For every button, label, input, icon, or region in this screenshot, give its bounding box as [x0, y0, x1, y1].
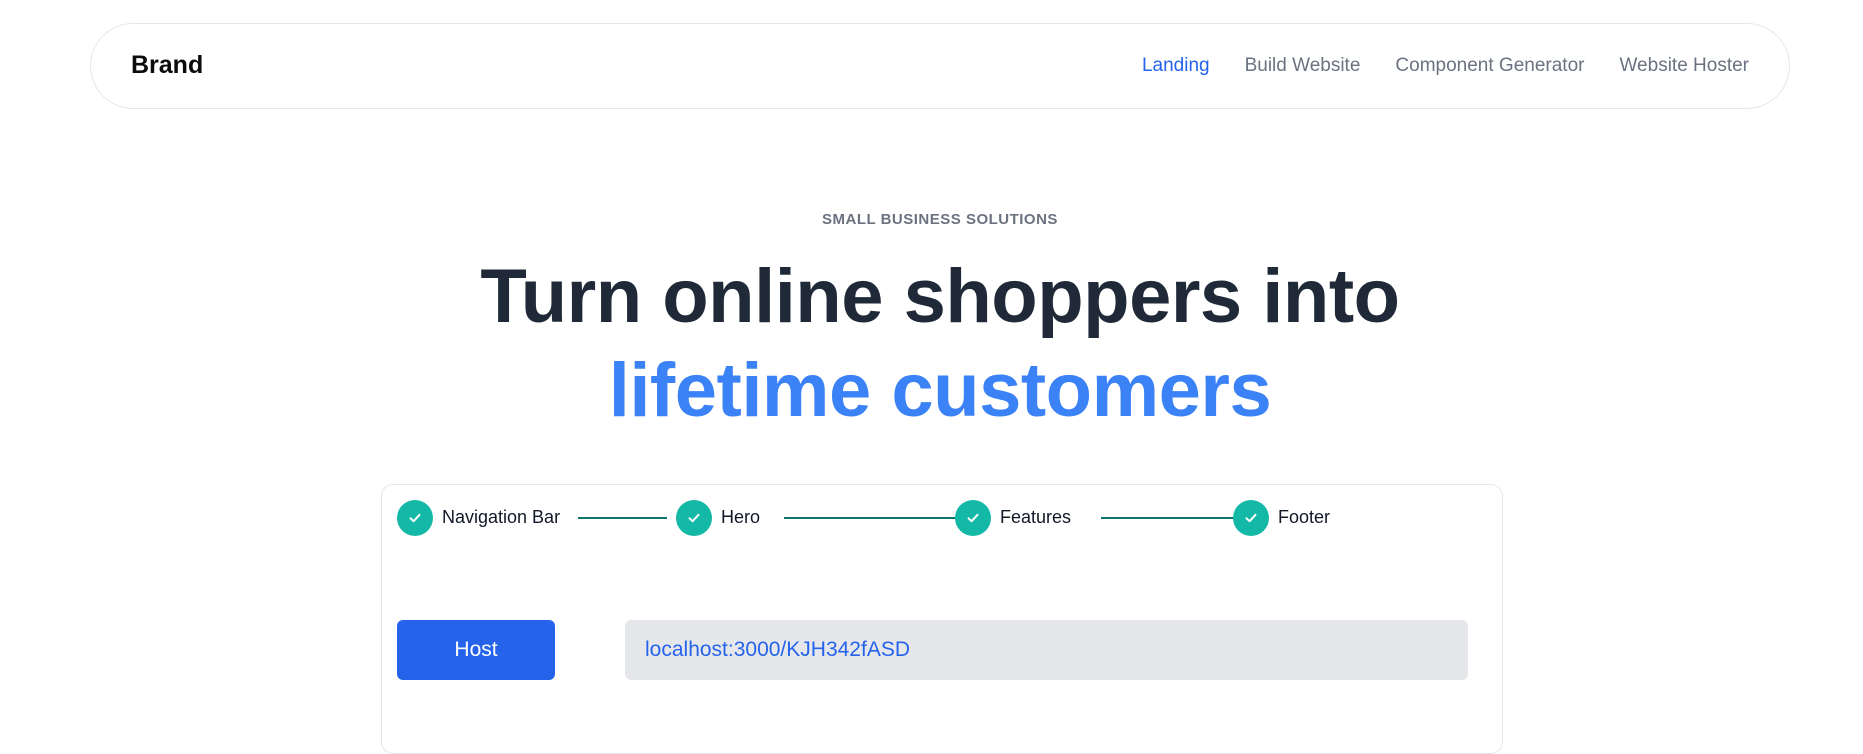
check-icon — [676, 500, 712, 536]
builder-card: Navigation Bar Hero Features Footer Host… — [381, 484, 1503, 754]
check-icon — [397, 500, 433, 536]
step-label-hero: Hero — [721, 507, 761, 527]
brand-logo[interactable]: Brand — [131, 51, 203, 80]
hosted-url-field[interactable]: localhost:3000/KJH342fASD — [625, 620, 1468, 680]
step-label-navigation-bar: Navigation Bar — [442, 507, 561, 527]
hosted-url-text[interactable]: localhost:3000/KJH342fASD — [645, 638, 910, 662]
step-label-features: Features — [1000, 507, 1072, 527]
step-label-footer: Footer — [1278, 507, 1331, 527]
check-icon — [1233, 500, 1269, 536]
headline-line-1: Turn online shoppers into — [480, 254, 1400, 339]
check-icon — [955, 500, 991, 536]
hero-eyebrow: SMALL BUSINESS SOLUTIONS — [822, 211, 1058, 228]
step-connector — [578, 517, 667, 519]
host-button[interactable]: Host — [397, 620, 555, 680]
nav-link-website-hoster[interactable]: Website Hoster — [1619, 55, 1749, 77]
hero-headline: Turn online shoppers into lifetime custo… — [0, 250, 1863, 438]
nav-link-landing[interactable]: Landing — [1142, 55, 1210, 77]
headline-line-2: lifetime customers — [608, 348, 1272, 433]
step-connector — [784, 517, 957, 519]
nav-links: Landing Build Website Component Generato… — [1142, 55, 1749, 77]
nav-link-build-website[interactable]: Build Website — [1245, 55, 1361, 77]
top-navbar: Brand Landing Build Website Component Ge… — [90, 23, 1790, 109]
step-connector — [1101, 517, 1240, 519]
nav-link-component-generator[interactable]: Component Generator — [1395, 55, 1584, 77]
